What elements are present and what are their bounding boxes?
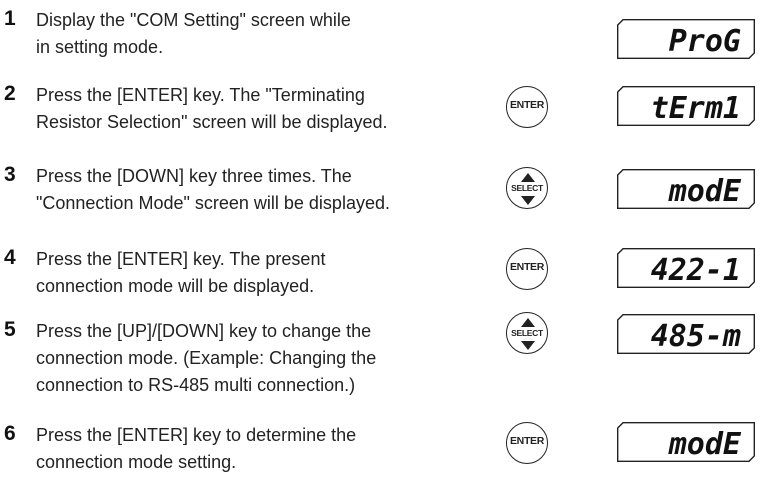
display-text: modE	[668, 427, 742, 462]
instruction-line: Press the [ENTER] key. The present	[36, 249, 326, 269]
step-number: 2	[4, 82, 16, 105]
instruction-line: Press the [DOWN] key three times. The	[36, 166, 352, 186]
step-instruction: Press the [ENTER] key to determine the c…	[36, 422, 506, 476]
up-arrow-icon	[521, 318, 535, 327]
display-text: 422-1	[651, 253, 741, 288]
step-instruction: Press the [ENTER] key. The present conne…	[36, 246, 506, 300]
display-readout: ProG	[617, 19, 755, 59]
display-readout: modE	[617, 169, 755, 209]
step-number: 4	[4, 246, 16, 269]
key-label: ENTER	[509, 99, 545, 111]
instruction-line: connection mode will be displayed.	[36, 276, 315, 296]
instruction-line: "Connection Mode" screen will be display…	[36, 193, 390, 213]
display-text: tErm1	[651, 91, 741, 126]
step-number: 5	[4, 318, 16, 341]
key-label: SELECT	[511, 183, 543, 193]
select-key-icon: SELECT	[506, 312, 548, 354]
step-instruction: Display the "COM Setting" screen while i…	[36, 7, 506, 61]
step-number: 1	[4, 7, 16, 30]
display-text: modE	[668, 174, 742, 209]
enter-key-icon: ENTER	[506, 248, 548, 290]
step-instruction: Press the [DOWN] key three times. The "C…	[36, 163, 506, 217]
enter-key-icon: ENTER	[506, 422, 548, 464]
up-arrow-icon	[521, 173, 535, 182]
key-label: ENTER	[509, 261, 545, 273]
select-key-icon: SELECT	[506, 167, 548, 209]
display-readout: tErm1	[617, 86, 755, 126]
enter-key-icon: ENTER	[506, 86, 548, 128]
step-instruction: Press the [ENTER] key. The "Terminating …	[36, 82, 506, 136]
display-readout: modE	[617, 422, 755, 462]
step-number: 6	[4, 422, 16, 445]
display-readout: 422-1	[617, 248, 755, 288]
instruction-line: Display the "COM Setting" screen while	[36, 10, 351, 30]
display-readout: 485-m	[617, 314, 755, 354]
instruction-line: connection to RS-485 multi connection.)	[36, 375, 356, 395]
key-label: SELECT	[511, 328, 543, 338]
step-number: 3	[4, 163, 16, 186]
display-text: ProG	[669, 24, 741, 59]
instruction-line: connection mode. (Example: Changing the	[36, 348, 377, 368]
down-arrow-icon	[521, 341, 535, 350]
instruction-line: in setting mode.	[36, 37, 164, 57]
instruction-line: Press the [ENTER] key to determine the	[36, 425, 357, 445]
display-text: 485-m	[651, 319, 741, 354]
down-arrow-icon	[521, 196, 535, 205]
instruction-line: Press the [UP]/[DOWN] key to change the	[36, 321, 372, 341]
instruction-line: connection mode setting.	[36, 452, 237, 472]
instruction-line: Resistor Selection" screen will be displ…	[36, 112, 388, 132]
instruction-line: Press the [ENTER] key. The "Terminating	[36, 85, 365, 105]
key-label: ENTER	[509, 435, 545, 447]
step-instruction: Press the [UP]/[DOWN] key to change the …	[36, 318, 506, 399]
